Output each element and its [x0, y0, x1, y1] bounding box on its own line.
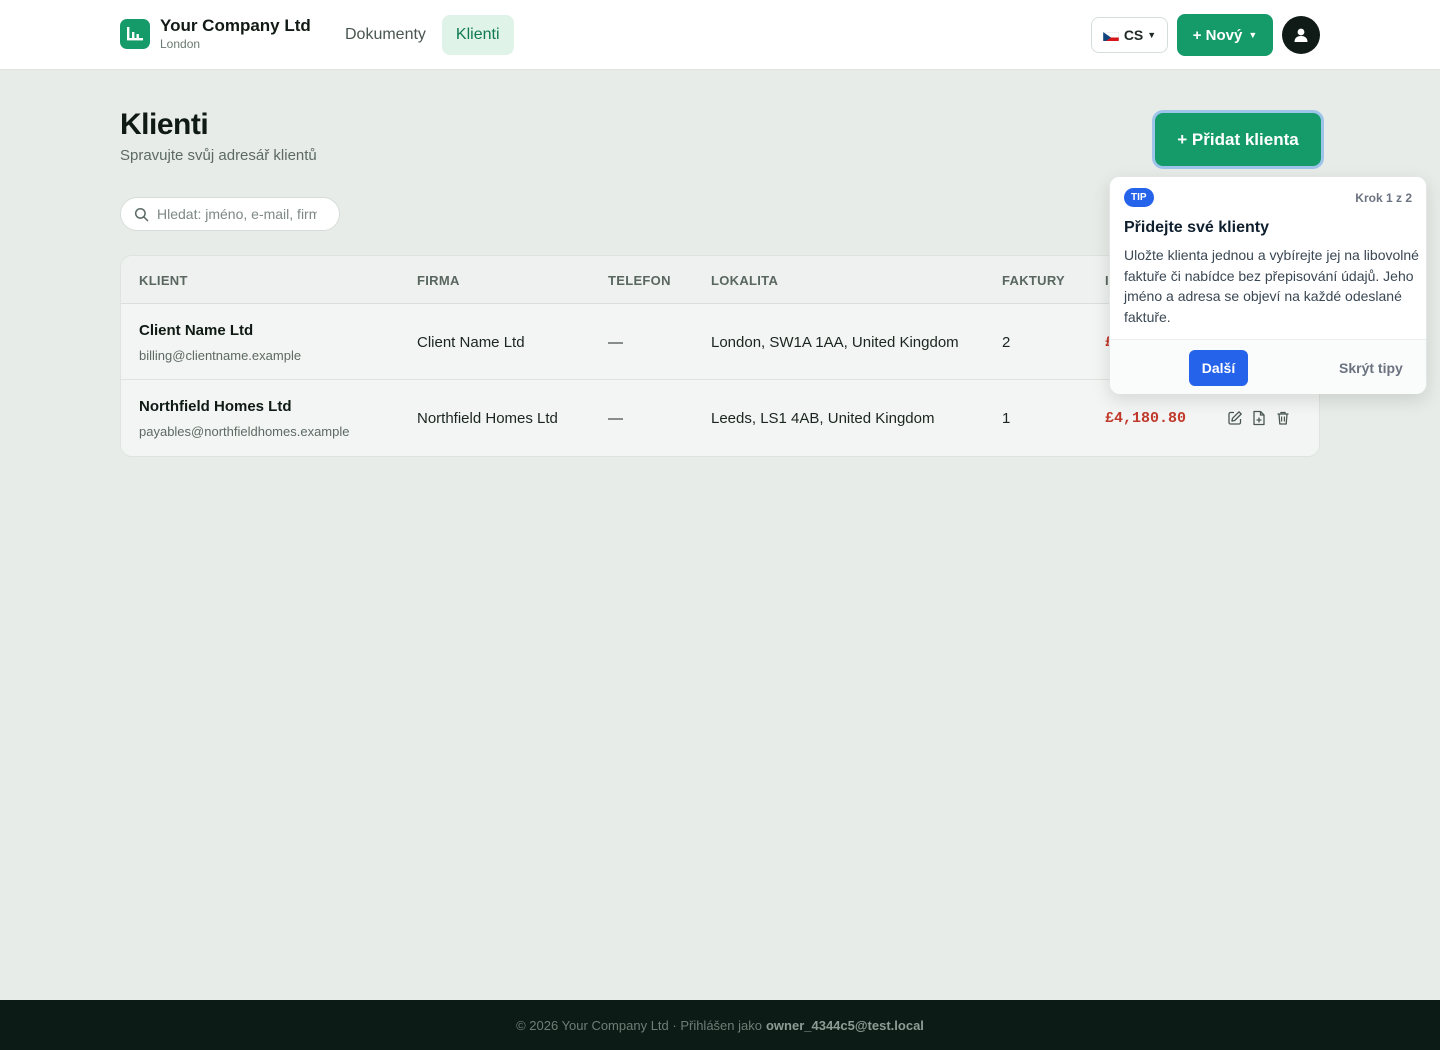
tip-step-counter: Krok 1 z 2	[1355, 191, 1412, 205]
client-email: payables@northfieldhomes.example	[139, 424, 350, 439]
edit-icon[interactable]	[1227, 410, 1243, 426]
tip-body: Uložte klienta jednou a vybírejte jej na…	[1124, 247, 1419, 325]
language-label: CS	[1123, 27, 1144, 43]
main-nav: Dokumenty Klienti	[331, 15, 516, 55]
search-icon	[134, 207, 149, 221]
add-client-button[interactable]: + Přidat klienta	[1155, 113, 1321, 166]
client-name[interactable]: Client Name Ltd	[139, 322, 253, 339]
user-avatar[interactable]	[1282, 16, 1320, 54]
new-document-button[interactable]: + Nový ▼	[1177, 14, 1273, 56]
client-email: billing@clientname.example	[139, 348, 302, 363]
company-name: Your Company Ltd	[160, 16, 311, 35]
client-phone: —	[608, 410, 623, 427]
column-header-klient[interactable]: KLIENT	[139, 273, 188, 288]
page-title: Klienti	[120, 108, 209, 141]
search-box	[120, 197, 340, 231]
client-company: Northfield Homes Ltd	[417, 410, 558, 427]
column-header-firma[interactable]: FIRMA	[417, 273, 460, 288]
client-invoice-count: 2	[1002, 334, 1011, 351]
nav-item-klienti[interactable]: Klienti	[441, 15, 514, 55]
chevron-down-icon: ▼	[1248, 30, 1258, 40]
tip-footer: Další Skrýt tipy	[1110, 339, 1426, 394]
page-footer: © 2026 Your Company Ltd · Přihlášen jako…	[0, 1000, 1440, 1050]
new-button-label: + Nový	[1192, 26, 1243, 44]
czech-flag-icon	[1102, 30, 1119, 41]
top-navigation-bar: Your Company Ltd London Dokumenty Klient…	[0, 0, 1440, 70]
client-name[interactable]: Northfield Homes Ltd	[139, 398, 292, 415]
tip-next-button[interactable]: Další	[1189, 350, 1248, 386]
column-header-lokalita[interactable]: LOKALITA	[711, 273, 778, 288]
client-company: Client Name Ltd	[417, 334, 525, 351]
nav-item-dokumenty[interactable]: Dokumenty	[331, 15, 440, 55]
client-outstanding-amount: £4,180.80	[1105, 410, 1187, 427]
page-subtitle: Spravujte svůj adresář klientů	[120, 147, 317, 164]
client-location: London, SW1A 1AA, United Kingdom	[711, 334, 959, 351]
tip-title: Přidejte své klienty	[1124, 219, 1269, 236]
column-header-telefon[interactable]: TELEFON	[608, 273, 671, 288]
search-input[interactable]	[157, 206, 317, 222]
new-invoice-icon[interactable]	[1251, 410, 1267, 426]
client-invoice-count: 1	[1002, 410, 1011, 427]
user-icon	[1294, 28, 1308, 42]
tip-badge: TIP	[1124, 188, 1154, 207]
chevron-down-icon: ▼	[1147, 30, 1157, 40]
footer-user-email: owner_4344c5@test.local	[765, 1017, 924, 1033]
client-location: Leeds, LS1 4AB, United Kingdom	[711, 410, 935, 427]
footer-text: © 2026 Your Company Ltd · Přihlášen jako	[516, 1017, 762, 1033]
brand[interactable]: Your Company Ltd London	[120, 16, 311, 51]
language-selector[interactable]: CS ▼	[1091, 17, 1168, 53]
column-header-faktury[interactable]: FAKTURY	[1002, 273, 1065, 288]
onboarding-tip-popover: TIP Krok 1 z 2 Přidejte své klienty Ulož…	[1109, 176, 1427, 394]
tip-hide-button[interactable]: Skrýt tipy	[1339, 360, 1403, 376]
client-phone: —	[608, 334, 623, 351]
row-actions	[1227, 410, 1291, 426]
company-city: London	[160, 37, 201, 51]
company-logo-icon	[120, 19, 150, 49]
trash-icon[interactable]	[1275, 410, 1291, 426]
